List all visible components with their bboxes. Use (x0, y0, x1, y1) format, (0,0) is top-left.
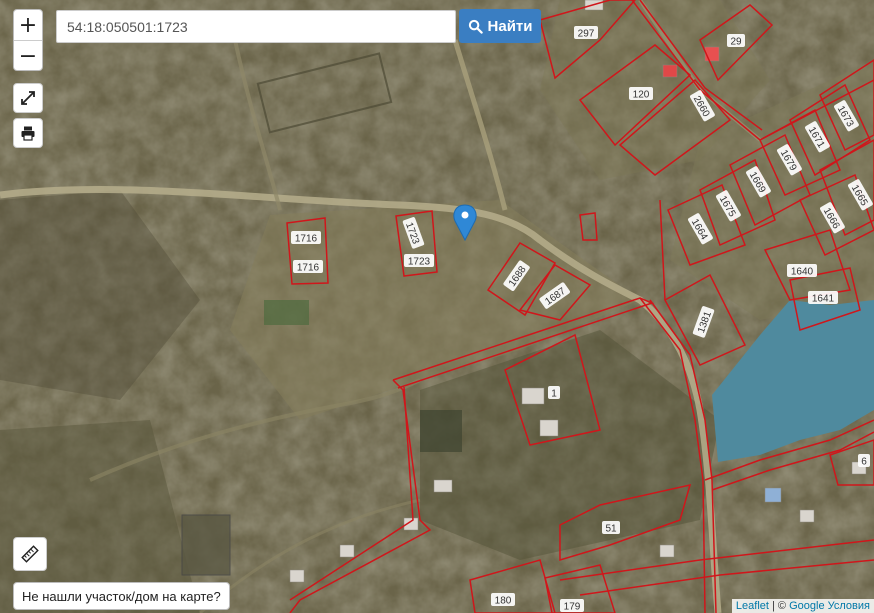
parcel-label[interactable]: 6 (858, 454, 870, 468)
search-icon (468, 19, 483, 34)
cadastral-search-input[interactable] (56, 10, 456, 43)
garden-plot (264, 300, 309, 325)
parcel-label-text: 179 (564, 602, 581, 613)
map-attribution: Leaflet | © Google Условия (731, 599, 874, 613)
parcel-label[interactable]: 51 (602, 521, 620, 535)
parcel-label-text: 1716 (295, 234, 318, 245)
parcel-label-text: 180 (495, 596, 512, 607)
parcel-label-text: 1641 (812, 294, 835, 305)
printer-icon (21, 126, 35, 141)
ruler-icon (21, 545, 39, 563)
garden-plot (420, 410, 462, 452)
parcel-label[interactable]: 1 (548, 386, 560, 400)
satellite-map[interactable]: 29729120 2660 1673167116791669166516751664… (0, 0, 874, 613)
parcel-label[interactable]: 179 (560, 599, 584, 613)
attribution-separator: | © (768, 600, 790, 612)
leaflet-link[interactable]: Leaflet (736, 600, 769, 612)
parcel-label[interactable]: 1640 (787, 264, 817, 278)
parcel-label-text: 297 (578, 29, 595, 40)
parcel-label-text: 120 (633, 90, 650, 101)
zoom-out-button[interactable]: − (14, 41, 42, 71)
zoom-control: + − (13, 9, 43, 71)
parcel-label-text: 51 (605, 524, 617, 535)
terms-link[interactable]: Условия (828, 600, 870, 612)
parcel-label[interactable]: 1716 (291, 231, 321, 245)
parcel-label-text: 1 (551, 389, 557, 400)
parcel-label-text: 1723 (408, 257, 431, 268)
parcel-label[interactable]: 1641 (808, 291, 838, 305)
zoom-in-button[interactable]: + (14, 10, 42, 41)
parcel-label[interactable]: 1716 (293, 260, 323, 274)
google-link[interactable]: Google (789, 600, 824, 612)
parcel-label-text: 1640 (791, 267, 814, 278)
search-button-label: Найти (487, 17, 533, 35)
parcel-label[interactable]: 1723 (404, 254, 434, 268)
measure-button[interactable] (13, 537, 47, 571)
parcel-label[interactable]: 180 (491, 593, 515, 607)
field-outline (181, 514, 231, 576)
parcel-label-text: 29 (730, 37, 742, 48)
parcel-label[interactable]: 29 (727, 34, 745, 48)
expand-icon (21, 91, 35, 105)
fullscreen-button[interactable] (13, 83, 43, 113)
not-found-link[interactable]: Не нашли участок/дом на карте? (13, 582, 230, 610)
parcel-label[interactable]: 297 (574, 26, 598, 40)
parcel-label[interactable]: 120 (629, 87, 653, 101)
search-button[interactable]: Найти (459, 9, 541, 43)
print-button[interactable] (13, 118, 43, 148)
parcel-label-text: 6 (861, 457, 867, 468)
parcel-label-text: 1716 (297, 263, 320, 274)
